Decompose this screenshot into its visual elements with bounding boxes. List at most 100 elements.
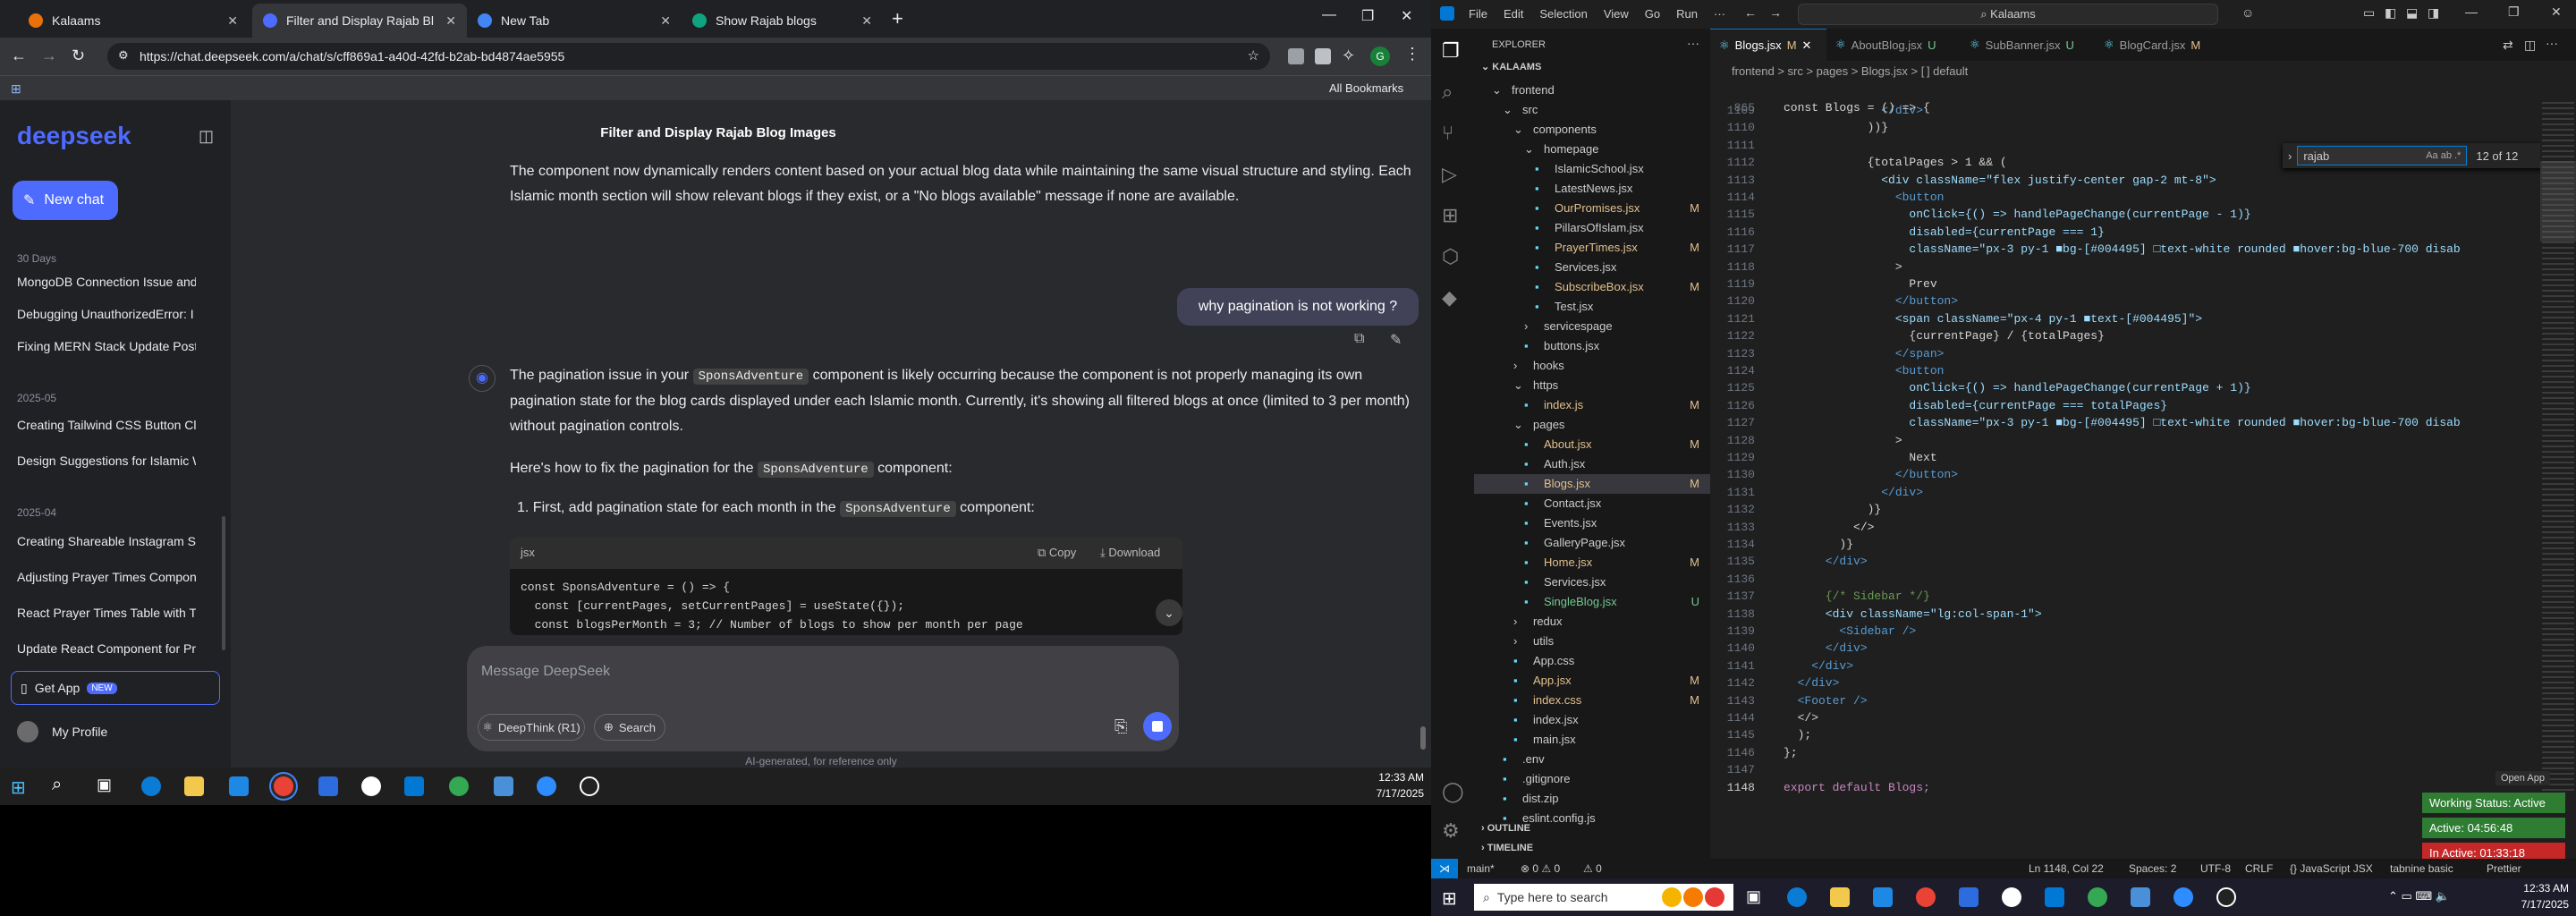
forward-icon[interactable]: → xyxy=(1769,5,1782,20)
code-line[interactable]: 1140 </div> xyxy=(1710,640,2542,657)
more-actions-icon[interactable]: ··· xyxy=(1687,36,1699,50)
problems-count[interactable]: ⊗ 0 ⚠ 0 xyxy=(1521,862,1560,875)
chat-history-item[interactable]: Design Suggestions for Islamic W xyxy=(17,454,196,468)
photos-icon[interactable] xyxy=(2131,887,2150,907)
file-explorer-icon[interactable] xyxy=(1830,887,1850,907)
tree-folder[interactable]: ⌄ https xyxy=(1474,376,1710,395)
indentation[interactable]: Spaces: 2 xyxy=(2129,862,2176,875)
search-icon[interactable]: ⌕ xyxy=(52,775,62,795)
photos-icon[interactable] xyxy=(494,776,513,796)
clock-date[interactable]: 7/17/2025 xyxy=(1367,787,1424,800)
code-line[interactable]: 1148 export default Blogs; xyxy=(1710,779,2542,796)
edit-icon[interactable]: ✎ xyxy=(1390,331,1402,349)
tree-file[interactable]: ▪ buttons.jsx xyxy=(1474,336,1710,356)
github-icon[interactable] xyxy=(2002,887,2021,907)
command-center-search[interactable]: ⌕ Kalaams xyxy=(1798,4,2218,25)
code-line[interactable]: 1134 )} xyxy=(1710,536,2542,553)
more-menu-icon[interactable]: ⋮ xyxy=(1404,45,1420,64)
close-icon[interactable]: ✕ xyxy=(861,13,872,29)
windows-start-icon[interactable]: ⊞ xyxy=(11,776,26,799)
code-line[interactable]: 1135 </div> xyxy=(1710,553,2542,570)
code-line[interactable]: 1132 )} xyxy=(1710,501,2542,518)
clock-time[interactable]: 12:33 AM xyxy=(2501,882,2569,895)
code-line[interactable]: 1131 </div> xyxy=(1710,484,2542,501)
open-changes-icon[interactable]: ⇄ xyxy=(2503,38,2513,53)
toggle-panel-icon[interactable]: ⬓ xyxy=(2406,5,2418,21)
layout-icon[interactable]: ▭ xyxy=(2363,5,2375,21)
my-profile-link[interactable]: My Profile xyxy=(52,725,107,739)
chat-history-item[interactable]: Creating Shareable Instagram St xyxy=(17,534,196,548)
run-debug-icon[interactable]: ▷ xyxy=(1442,163,1457,186)
code-line[interactable]: 1125 onClick={() => handlePageChange(cur… xyxy=(1710,379,2542,396)
extensions-icon[interactable]: ⊞ xyxy=(1442,204,1458,227)
tab-subbanner-jsx[interactable]: ⚛ SubBanner.jsx U xyxy=(1961,29,2095,61)
app-icon[interactable] xyxy=(1959,887,1979,907)
code-line[interactable]: 1122 {currentPage} / {totalPages} xyxy=(1710,327,2542,344)
url-bar[interactable]: ⚙ https://chat.deepseek.com/a/chat/s/cff… xyxy=(107,43,1270,70)
chat-history-item[interactable]: Update React Component for Pr xyxy=(17,641,196,656)
chrome-icon[interactable] xyxy=(1916,887,1936,907)
code-line[interactable]: 1118 > xyxy=(1710,259,2542,276)
find-input[interactable]: rajab Aa ab .* xyxy=(2297,146,2468,165)
tree-folder[interactable]: ⌄ frontend xyxy=(1474,81,1710,100)
chrome-icon[interactable] xyxy=(274,776,293,796)
code-line[interactable]: 1129 Next xyxy=(1710,449,2542,466)
code-line[interactable]: 1139 <Sidebar /> xyxy=(1710,623,2542,640)
minimize-icon[interactable]: — xyxy=(2465,4,2478,19)
code-editor[interactable]: frontend > src > pages > Blogs.jsx > [ ]… xyxy=(1710,61,2576,859)
tree-file[interactable]: ▪ Contact.jsx xyxy=(1474,494,1710,513)
code-line[interactable]: 1121 <span className="px-4 py-1 ■text-[#… xyxy=(1710,310,2542,327)
apps-grid-icon[interactable]: ⊞ xyxy=(11,81,21,97)
minimap-viewport[interactable] xyxy=(2540,161,2576,242)
tree-file[interactable]: ▪ index.jsx xyxy=(1474,710,1710,730)
explorer-icon[interactable]: ❐ xyxy=(1442,39,1460,63)
edge-icon[interactable] xyxy=(141,776,161,796)
search-toggle[interactable]: ⊕ Search xyxy=(594,714,665,741)
encoding[interactable]: UTF-8 xyxy=(2200,862,2231,875)
sticky-scroll-line[interactable]: 865 const Blogs = () => { xyxy=(1710,82,2576,114)
chat-history-item[interactable]: React Prayer Times Table with Ta xyxy=(17,606,196,620)
search-icon[interactable]: ⌕ xyxy=(1442,81,1453,104)
tab-blogcard-jsx[interactable]: ⚛ BlogCard.jsx M xyxy=(2095,29,2229,61)
copilot-icon[interactable]: ☺ xyxy=(2241,5,2254,20)
attach-icon[interactable]: ⎘ xyxy=(1114,717,1127,736)
chat-history-item[interactable]: Adjusting Prayer Times Compon xyxy=(17,570,196,584)
code-line[interactable]: 1136 xyxy=(1710,571,2542,588)
code-line[interactable]: 1110 ))} xyxy=(1710,119,2542,136)
menu-selection[interactable]: Selection xyxy=(1539,7,1587,21)
workspace-root[interactable]: ⌄ KALAAMS xyxy=(1481,61,1541,72)
tab-blogs-jsx[interactable]: ⚛ Blogs.jsx M ✕ xyxy=(1710,29,1826,61)
tree-folder[interactable]: › servicespage xyxy=(1474,317,1710,336)
code-line[interactable]: 1119 Prev xyxy=(1710,276,2542,293)
reload-icon[interactable]: ↻ xyxy=(72,47,85,65)
more-actions-icon[interactable]: ··· xyxy=(2546,36,2558,50)
code-line[interactable]: 1137 {/* Sidebar */} xyxy=(1710,588,2542,605)
message-input[interactable]: Message DeepSeek xyxy=(481,664,610,680)
store-icon[interactable] xyxy=(229,776,249,796)
extensions-puzzle-icon[interactable]: ✧ xyxy=(1342,47,1355,65)
browser-tab-new[interactable]: New Tab ✕ xyxy=(467,4,682,38)
get-app-button[interactable]: ▯ Get App NEW xyxy=(11,671,220,705)
chat-scrollbar[interactable] xyxy=(1420,726,1426,750)
all-bookmarks-link[interactable]: All Bookmarks xyxy=(1329,81,1403,95)
browser-tab-deepseek[interactable]: Filter and Display Rajab Blog In ✕ xyxy=(252,4,467,38)
menu-more[interactable]: ··· xyxy=(1714,7,1725,21)
remote-icon[interactable]: ⬡ xyxy=(1442,245,1459,268)
tree-file[interactable]: ▪ main.jsx xyxy=(1474,730,1710,750)
tree-file[interactable]: ▪ SingleBlog.jsx U xyxy=(1474,592,1710,612)
app-icon[interactable] xyxy=(580,776,599,796)
code-line[interactable]: 1126 disabled={currentPage === totalPage… xyxy=(1710,397,2542,414)
tree-file[interactable]: ▪ Services.jsx xyxy=(1474,258,1710,277)
forward-icon[interactable]: → xyxy=(41,47,57,65)
site-info-icon[interactable]: ⚙ xyxy=(118,48,129,63)
code-line[interactable]: 1115 onClick={() => handlePageChange(cur… xyxy=(1710,206,2542,223)
menu-file[interactable]: File xyxy=(1469,7,1487,21)
close-icon[interactable]: ✕ xyxy=(445,13,456,29)
cursor-position[interactable]: Ln 1148, Col 22 xyxy=(2029,862,2104,875)
close-window-icon[interactable]: ✕ xyxy=(1401,7,1412,25)
collapse-sidebar-icon[interactable]: ◫ xyxy=(199,127,214,146)
code-line[interactable]: 1144 </> xyxy=(1710,709,2542,726)
code-line[interactable]: 1124 <button xyxy=(1710,362,2542,379)
file-explorer-icon[interactable] xyxy=(184,776,204,796)
chat-history-item[interactable]: Fixing MERN Stack Update Post I xyxy=(17,339,196,353)
